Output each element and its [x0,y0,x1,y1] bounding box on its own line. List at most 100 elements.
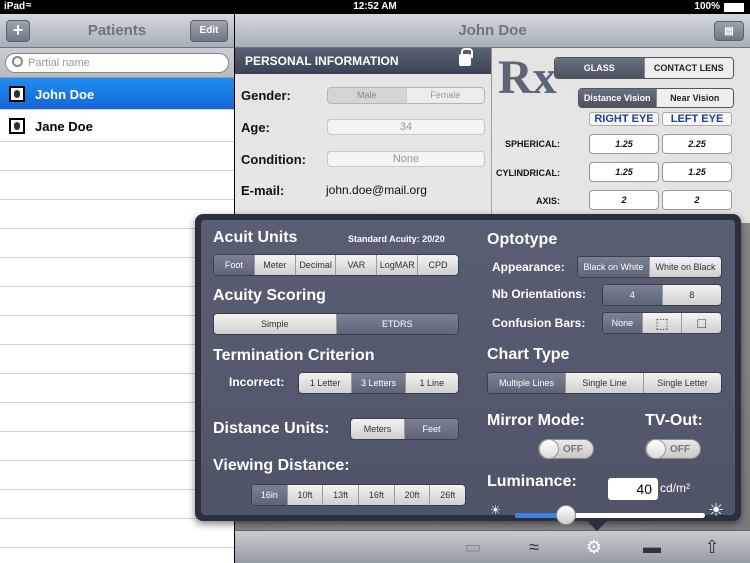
incorrect-1-line[interactable]: 1 Line [406,373,458,393]
wifi-icon[interactable]: ≈ [522,536,546,558]
empty-row [0,142,234,171]
tv-out-label: TV-Out: [645,412,703,429]
distance-13ft[interactable]: 13ft [323,485,360,505]
patient-title: John Doe [458,22,527,39]
condition-field[interactable]: None [327,151,485,167]
settings-panel: Acuit Units Standard Acuity: 20/20 Foot … [201,220,735,525]
brightness-high-icon: ☀ [708,500,725,520]
patient-row[interactable]: Jane Doe [0,110,234,142]
unit-foot[interactable]: Foot [214,255,255,275]
mirror-mode-toggle[interactable]: OFF [538,439,594,459]
bottom-toolbar: ▭ ≈ ⚙ ▬ ⇧ [235,530,750,563]
distance-10ft[interactable]: 10ft [288,485,324,505]
lens-type-contact[interactable]: CONTACT LENS [644,58,733,78]
termination-title: Termination Criterion [213,347,375,364]
empty-row [0,519,234,548]
lens-type-selector[interactable]: GLASS CONTACT LENS [554,57,734,79]
tv-out-toggle[interactable]: OFF [645,439,701,459]
luminance-unit: cd/m² [660,481,690,495]
battery-percent: 100% [694,1,720,12]
monitor-icon[interactable]: ▭ [461,536,485,558]
standard-acuity-label: Standard Acuity: 20/20 [348,234,445,244]
share-icon[interactable]: ⇧ [700,536,724,558]
confusion-bars-selector[interactable]: None ⬚ □ [602,312,722,334]
unit-var[interactable]: VAR [336,255,378,275]
nb-orientations-selector[interactable]: 4 8 [602,284,722,306]
chart-type-single-line[interactable]: Single Line [566,373,644,393]
acuity-scoring-selector[interactable]: Simple ETDRS [213,313,459,335]
personal-info-panel: PERSONAL INFORMATION Gender: Male Female… [235,48,491,223]
chart-type-selector[interactable]: Multiple Lines Single Line Single Letter [487,372,722,394]
confusion-dashed-box-icon[interactable]: ⬚ [643,313,683,333]
incorrect-selector[interactable]: 1 Letter 3 Letters 1 Line [298,372,459,394]
acuity-units-selector[interactable]: Foot Meter Decimal VAR LogMAR CPD [213,254,459,276]
distance-16in[interactable]: 16in [252,485,288,505]
unit-cpd[interactable]: CPD [418,255,458,275]
spherical-right-field[interactable]: 1.25 [589,134,659,154]
unit-logmar[interactable]: LogMAR [377,255,419,275]
axis-right-field[interactable]: 2 [589,190,659,210]
orientations-4[interactable]: 4 [603,285,663,305]
edit-button[interactable]: Edit [190,20,228,42]
vision-distance[interactable]: Distance Vision [579,89,657,107]
lock-icon[interactable] [459,48,473,66]
distance-26ft[interactable]: 26ft [430,485,465,505]
vision-selector[interactable]: Distance Vision Near Vision [578,88,734,108]
incorrect-1-letter[interactable]: 1 Letter [299,373,353,393]
distance-feet[interactable]: Feet [405,419,458,439]
distance-meters[interactable]: Meters [351,419,405,439]
popover-arrow [585,519,609,531]
acuity-units-title: Acuit Units [213,229,298,246]
gear-icon[interactable]: ⚙ [582,536,606,558]
distance-16ft[interactable]: 16ft [359,485,395,505]
slider-icon[interactable]: ▬ [640,536,664,558]
acuity-scoring-title: Acuity Scoring [213,287,326,304]
gender-label: Gender: [241,88,291,103]
scoring-simple[interactable]: Simple [214,314,337,334]
chart-type-single-letter[interactable]: Single Letter [644,373,721,393]
gender-option-male[interactable]: Male [328,88,407,103]
patient-row[interactable]: John Doe [0,78,234,110]
age-field[interactable]: 34 [327,119,485,135]
confusion-solid-box-icon[interactable]: □ [682,313,721,333]
settings-popover: Acuit Units Standard Acuity: 20/20 Foot … [195,214,741,525]
book-button[interactable]: ▤ [714,21,744,41]
email-field[interactable]: john.doe@mail.org [326,183,427,197]
appearance-white-on-black[interactable]: White on Black [650,257,721,277]
spherical-left-field[interactable]: 2.25 [662,134,732,154]
unit-meter[interactable]: Meter [255,255,296,275]
incorrect-3-letters[interactable]: 3 Letters [352,373,406,393]
luminance-label: Luminance: [487,473,577,490]
cylindrical-left-field[interactable]: 1.25 [662,162,732,182]
chart-type-multiple-lines[interactable]: Multiple Lines [488,373,566,393]
distance-units-selector[interactable]: Meters Feet [350,418,459,440]
appearance-label: Appearance: [492,260,565,274]
appearance-selector[interactable]: Black on White White on Black [577,256,722,278]
luminance-input[interactable]: 40 [608,478,658,500]
cylindrical-right-field[interactable]: 1.25 [589,162,659,182]
patient-photo-icon [9,118,25,134]
gender-selector[interactable]: Male Female [327,87,485,104]
axis-left-field[interactable]: 2 [662,190,732,210]
brightness-low-icon: ☀ [490,503,501,517]
patient-photo-icon [9,86,25,102]
orientations-8[interactable]: 8 [663,285,722,305]
nb-orientations-label: Nb Orientations: [492,287,587,301]
vision-near[interactable]: Near Vision [656,89,733,107]
email-label: E-mail: [241,183,285,198]
confusion-bars-label: Confusion Bars: [492,316,586,330]
incorrect-label: Incorrect: [229,375,285,389]
unit-decimal[interactable]: Decimal [296,255,337,275]
appearance-black-on-white[interactable]: Black on White [578,257,650,277]
gender-option-female[interactable]: Female [407,88,485,103]
viewing-distance-selector[interactable]: 16in 10ft 13ft 16ft 20ft 26ft [251,484,466,506]
axis-label: AXIS: [535,196,560,206]
search-input[interactable]: Partial name [5,53,229,73]
lens-type-glass[interactable]: GLASS [555,58,645,78]
confusion-none[interactable]: None [603,313,643,333]
battery-icon [724,3,744,12]
prescription-panel: Rx GLASS CONTACT LENS Distance Vision Ne… [492,48,750,223]
scoring-etdrs[interactable]: ETDRS [336,314,458,334]
distance-20ft[interactable]: 20ft [395,485,431,505]
luminance-slider[interactable] [515,505,705,525]
